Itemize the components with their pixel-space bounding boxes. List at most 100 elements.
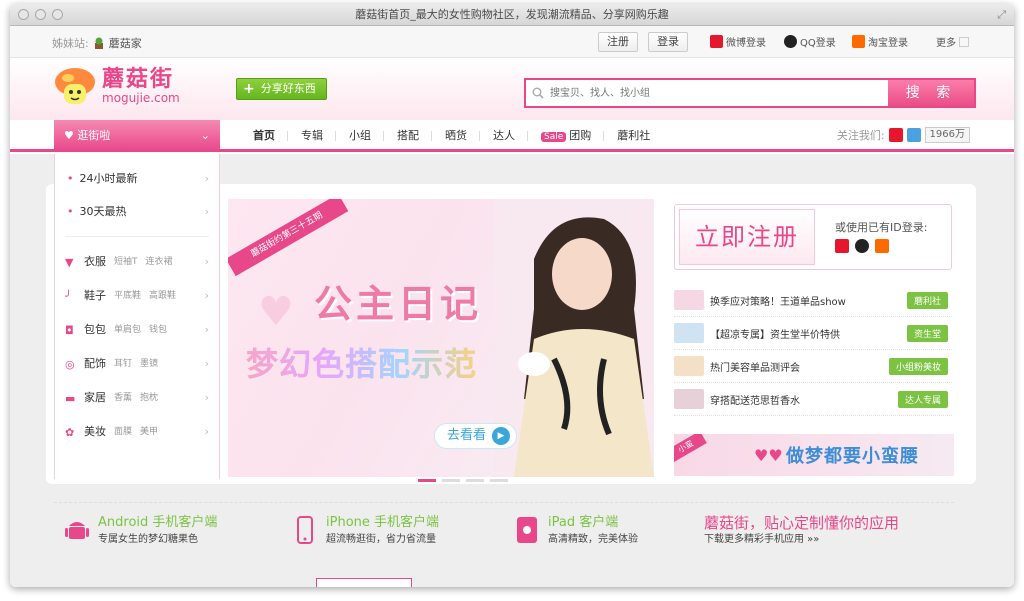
news-thumbnail	[674, 356, 704, 376]
list-item[interactable]: 热门美容单品测评会 小组粉美妆	[674, 350, 952, 383]
weibo-icon[interactable]	[835, 239, 849, 253]
list-item[interactable]: 穿搭配送范思哲香水 达人专属	[674, 383, 952, 416]
taobao-icon	[852, 35, 865, 48]
app-description[interactable]: 下载更多精彩手机应用 »»	[704, 531, 899, 549]
more-label: 更多	[936, 38, 956, 49]
site-logo[interactable]: 蘑菇街 mogujie.com	[54, 66, 180, 106]
register-now-button[interactable]: 立即注册	[679, 209, 815, 265]
nav-outfits[interactable]: 搭配	[384, 120, 432, 151]
chevron-right-icon: ›	[204, 425, 209, 438]
ipad-icon	[514, 515, 540, 545]
sidebar-subitem[interactable]: 抱枕	[140, 381, 158, 415]
search-input[interactable]	[550, 80, 888, 106]
chevron-right-icon: ›	[204, 289, 209, 302]
banner-cta-button[interactable]: 去看看 ▶	[434, 423, 518, 449]
weibo-login-link[interactable]: 微博登录	[710, 34, 766, 49]
mini-banner-text: 做梦都要小蛮腰	[786, 446, 919, 467]
sidebar-subitem[interactable]: 美甲	[140, 415, 158, 449]
zoom-window-button[interactable]	[52, 9, 63, 20]
accessory-icon: ◎	[65, 357, 75, 371]
nav-albums[interactable]: 专辑	[288, 120, 336, 151]
news-tag[interactable]: 小组粉美妆	[888, 357, 948, 375]
nav-showoff[interactable]: 晒货	[432, 120, 480, 151]
qq-penguin-icon	[784, 35, 797, 48]
list-item[interactable]: 换季应对策略！王道单品show 蘑利社	[674, 284, 952, 317]
fullscreen-icon[interactable]: ⤢	[997, 8, 1006, 22]
login-button[interactable]: 登录	[648, 32, 688, 52]
app-title: iPhone 手机客户端	[326, 515, 440, 530]
sidebar-item-home[interactable]: ▬ 家居 香薰 抱枕 ›	[55, 381, 219, 415]
sidebar-subitem[interactable]: 耳钉	[114, 347, 132, 381]
weibo-follow-icon[interactable]	[888, 128, 903, 142]
tencent-weibo-follow-icon[interactable]	[906, 128, 921, 142]
close-window-button[interactable]	[18, 9, 29, 20]
sidebar-item-accessories[interactable]: ◎ 配饰 耳钉 墨镜 ›	[55, 347, 219, 381]
heart-decoration-icon: ♥	[258, 289, 294, 335]
sidebar-subitem[interactable]: 连衣裙	[146, 245, 173, 279]
carousel-dot[interactable]	[442, 479, 460, 482]
news-title[interactable]: 【超凉专属】资生堂半价特供	[710, 326, 907, 341]
sidebar-subitem[interactable]: 香薰	[114, 381, 132, 415]
sidebar-subitem[interactable]: 高跟鞋	[149, 279, 176, 313]
taobao-login-label: 淘宝登录	[868, 38, 908, 49]
mini-banner-ribbon: 小蛮	[674, 434, 707, 464]
sidebar-subitem[interactable]: 墨镜	[140, 347, 158, 381]
taobao-login-link[interactable]: 淘宝登录	[852, 34, 908, 49]
qq-penguin-icon[interactable]	[855, 239, 869, 253]
category-menu-button[interactable]: ♥ 逛街啦 ⌄	[54, 120, 220, 151]
nav-mogu-club[interactable]: 蘑利社	[604, 120, 663, 151]
sidebar-subitem[interactable]: 钱包	[149, 313, 167, 347]
weibo-icon	[710, 35, 723, 48]
sidebar-item-makeup[interactable]: ✿ 美妆 面膜 美甲 ›	[55, 415, 219, 449]
sidebar-subitem[interactable]: 平底鞋	[114, 279, 141, 313]
android-app-link[interactable]: Android 手机客户端 专属女生的梦幻糖果色	[64, 515, 217, 549]
follow-us-label: 关注我们:	[836, 129, 885, 142]
news-thumbnail	[674, 290, 704, 310]
news-tag[interactable]: 资生堂	[906, 324, 948, 342]
chevron-down-icon	[959, 36, 969, 47]
iphone-app-link[interactable]: iPhone 手机客户端 超流畅逛街，省力省流量	[292, 515, 439, 549]
list-item[interactable]: 【超凉专属】资生堂半价特供 资生堂	[674, 317, 952, 350]
sidebar-item-label: 包包	[84, 323, 106, 336]
sidebar-item-label: 鞋子	[84, 289, 106, 302]
sister-site-link[interactable]: 蘑菇家	[109, 35, 142, 51]
all-apps-link[interactable]: 蘑菇街，贴心定制懂你的应用 下载更多精彩手机应用 »»	[704, 515, 899, 549]
nav-groupbuy[interactable]: Sale 团购	[528, 120, 605, 151]
sidebar-subitem[interactable]: 面膜	[114, 415, 132, 449]
nav-groups[interactable]: 小组	[336, 120, 384, 151]
sidebar-item-shoes[interactable]: ╯ 鞋子 平底鞋 高跟鞋 ›	[55, 279, 219, 313]
sidebar-subitem[interactable]: 单肩包	[114, 313, 141, 347]
app-title: Android 手机客户端	[98, 515, 218, 530]
sidebar-item-label: 24小时最新	[79, 172, 138, 185]
minimize-window-button[interactable]	[35, 9, 46, 20]
sidebar-subitem[interactable]: 短袖T	[114, 245, 138, 279]
share-goods-button[interactable]: + 分享好东西	[236, 78, 327, 100]
carousel-dot[interactable]	[466, 479, 484, 482]
news-tag[interactable]: 蘑利社	[906, 291, 948, 309]
carousel-dot[interactable]	[490, 479, 508, 482]
news-title[interactable]: 热门美容单品测评会	[710, 359, 889, 374]
search-button[interactable]: 搜 索	[888, 80, 974, 106]
news-title[interactable]: 穿搭配送范思哲香水	[710, 392, 898, 407]
qq-login-link[interactable]: QQ登录	[784, 34, 836, 49]
news-title[interactable]: 换季应对策略！王道单品show	[710, 293, 907, 308]
sidebar-item-hottest[interactable]: • 30天最热 ›	[55, 195, 219, 228]
nav-groupbuy-label: 团购	[569, 129, 592, 142]
sidebar-item-clothes[interactable]: ▼ 衣服 短袖T 连衣裙 ›	[55, 245, 219, 279]
carousel-dot[interactable]	[418, 479, 436, 482]
sidebar-item-bags[interactable]: ◘ 包包 单肩包 钱包 ›	[55, 313, 219, 347]
nav-home[interactable]: 首页	[240, 120, 288, 151]
bottom-tab-fragment[interactable]	[316, 578, 412, 587]
nav-experts[interactable]: 达人	[480, 120, 528, 151]
sidebar-item-latest[interactable]: • 24小时最新 ›	[55, 162, 219, 195]
news-tag[interactable]: 达人专属	[897, 390, 948, 408]
ipad-app-link[interactable]: iPad 客户端 高清精致，完美体验	[514, 515, 638, 549]
register-button[interactable]: 注册	[598, 32, 638, 52]
mini-promo-banner[interactable]: 小蛮 ♥♥ 做梦都要小蛮腰	[674, 434, 954, 476]
sidebar-item-label: 衣服	[84, 255, 106, 268]
promo-banner[interactable]: ♥ 蘑菇街约第三十五期 公主日记 梦幻色搭配示范 梦幻色搭配示范 去看看 ▶	[228, 199, 654, 477]
android-icon	[64, 515, 90, 545]
plus-icon: +	[243, 81, 255, 97]
taobao-icon[interactable]	[875, 239, 889, 253]
more-link[interactable]: 更多	[936, 34, 969, 49]
